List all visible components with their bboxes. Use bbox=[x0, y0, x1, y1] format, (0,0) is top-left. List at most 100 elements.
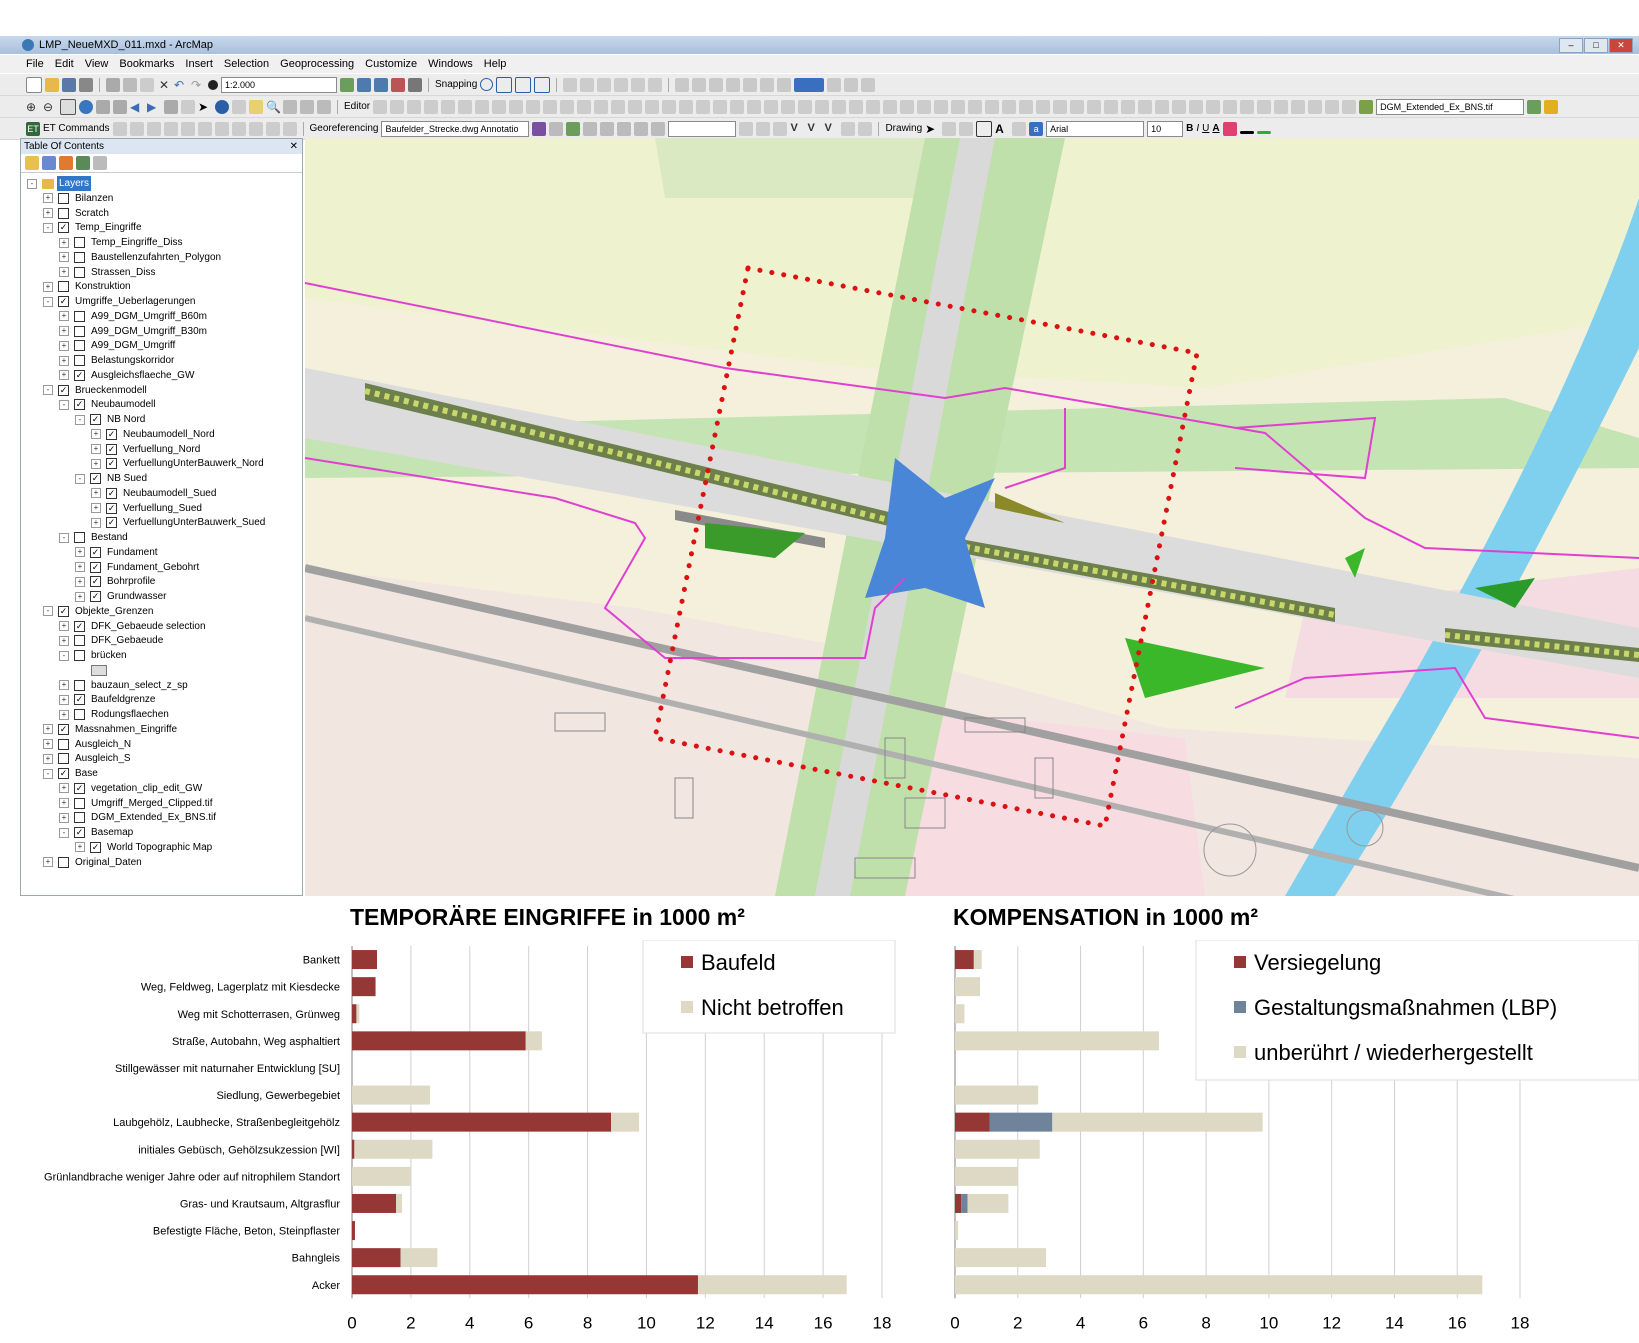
toc-layer-row[interactable]: - ✓ NB Sued bbox=[75, 471, 147, 486]
tool-icon[interactable] bbox=[1206, 99, 1221, 114]
toc-layer-row[interactable]: - brücken bbox=[59, 648, 127, 663]
goto-xy-icon[interactable] bbox=[300, 99, 314, 114]
rotate-input[interactable] bbox=[668, 120, 737, 137]
expand-icon[interactable]: + bbox=[75, 591, 85, 602]
layer-visibility-checkbox[interactable] bbox=[74, 709, 85, 720]
tool-icon[interactable] bbox=[597, 77, 612, 92]
tool-icon[interactable] bbox=[197, 121, 212, 136]
toc-layer-row[interactable]: + Strassen_Diss bbox=[59, 265, 155, 280]
toc-layer-row[interactable]: + ✓ Fundament_Gebohrt bbox=[75, 560, 199, 575]
expand-icon[interactable]: + bbox=[43, 739, 53, 749]
toc-layer-row[interactable]: + Umgriff_Merged_Clipped.tif bbox=[59, 796, 213, 811]
toc-layer-row[interactable]: + ✓ Baufeldgrenze bbox=[59, 692, 156, 707]
scale-combo[interactable]: 1:2.000 bbox=[221, 76, 337, 93]
menu-bookmarks[interactable]: Bookmarks bbox=[119, 58, 174, 70]
tool-icon[interactable] bbox=[841, 121, 856, 136]
georef-layer-combo[interactable]: Baufelder_Strecke.dwg Annotatio bbox=[381, 120, 530, 137]
toc-layer-row[interactable]: + Bilanzen bbox=[43, 191, 113, 206]
toc-layer-row[interactable]: + ✓ Verfuellung_Nord bbox=[91, 442, 200, 457]
tool-icon[interactable] bbox=[1104, 99, 1119, 114]
layer-visibility-checkbox[interactable] bbox=[74, 650, 85, 661]
tool-icon[interactable] bbox=[832, 99, 847, 114]
toc-layer-row[interactable]: + ✓ Neubaumodell_Nord bbox=[91, 427, 215, 442]
layer-visibility-checkbox[interactable] bbox=[58, 207, 69, 219]
tool-icon[interactable] bbox=[614, 77, 629, 92]
tool-icon[interactable] bbox=[231, 121, 246, 136]
collapse-icon[interactable]: - bbox=[75, 414, 85, 425]
toc-layer-row[interactable]: + DFK_Gebaeude bbox=[59, 633, 163, 648]
tool-icon[interactable] bbox=[883, 99, 898, 114]
collapse-icon[interactable]: - bbox=[59, 532, 69, 543]
layer-visibility-checkbox[interactable]: ✓ bbox=[90, 473, 101, 484]
tool-icon[interactable] bbox=[815, 99, 830, 114]
tool-icon[interactable] bbox=[282, 121, 297, 136]
tool-icon[interactable] bbox=[858, 121, 873, 136]
menu-selection[interactable]: Selection bbox=[224, 58, 269, 70]
layer-visibility-checkbox[interactable]: ✓ bbox=[74, 399, 85, 411]
expand-icon[interactable]: + bbox=[59, 326, 69, 336]
tool-icon[interactable] bbox=[713, 99, 728, 114]
tool-icon[interactable] bbox=[917, 99, 932, 114]
sketch-properties-icon[interactable] bbox=[577, 99, 592, 114]
toc-layer-row[interactable]: - ✓ Neubaumodell bbox=[59, 397, 156, 412]
expand-icon[interactable]: + bbox=[59, 709, 69, 720]
expand-icon[interactable]: + bbox=[59, 694, 69, 705]
toc-layer-row[interactable]: + A99_DGM_Umgriff_B60m bbox=[59, 309, 207, 324]
expand-icon[interactable]: + bbox=[43, 857, 53, 867]
undo-icon[interactable]: ↶ bbox=[174, 78, 188, 92]
edge-snapping-icon[interactable] bbox=[534, 76, 551, 93]
tool-icon[interactable] bbox=[1012, 121, 1027, 136]
toc-layer-row[interactable]: + ✓ vegetation_clip_edit_GW bbox=[59, 781, 202, 796]
tool-icon[interactable] bbox=[580, 77, 595, 92]
layer-visibility-checkbox[interactable] bbox=[74, 797, 85, 809]
tool-icon[interactable] bbox=[900, 99, 915, 114]
expand-icon[interactable]: + bbox=[59, 237, 69, 248]
layer-visibility-checkbox[interactable] bbox=[58, 192, 69, 204]
et-commands-menu[interactable]: ET Commands bbox=[43, 123, 110, 134]
expand-icon[interactable]: + bbox=[75, 576, 85, 587]
layer-visibility-checkbox[interactable]: ✓ bbox=[74, 620, 85, 632]
expand-icon[interactable]: + bbox=[91, 503, 101, 513]
expand-icon[interactable]: + bbox=[91, 517, 101, 528]
layer-visibility-checkbox[interactable]: ✓ bbox=[58, 222, 69, 234]
list-by-visibility-icon[interactable] bbox=[59, 156, 73, 170]
fixed-zoom-in-icon[interactable] bbox=[96, 99, 110, 114]
tool-icon[interactable] bbox=[985, 99, 1000, 114]
straight-segment-icon[interactable] bbox=[407, 99, 422, 114]
layer-visibility-checkbox[interactable]: ✓ bbox=[58, 723, 69, 735]
tool-icon[interactable] bbox=[675, 77, 690, 92]
expand-icon[interactable]: + bbox=[75, 842, 85, 853]
options-icon[interactable] bbox=[93, 156, 107, 170]
tool-icon[interactable] bbox=[1240, 99, 1255, 114]
menu-file[interactable]: File bbox=[26, 58, 44, 70]
attributes-icon[interactable] bbox=[560, 99, 575, 114]
cut-icon[interactable] bbox=[106, 77, 120, 92]
drawing-menu[interactable]: Drawing bbox=[885, 123, 922, 134]
toc-layer-row[interactable]: + ✓ VerfuellungUnterBauwerk_Nord bbox=[91, 456, 264, 471]
layer-visibility-checkbox[interactable]: ✓ bbox=[90, 414, 101, 425]
collapse-icon[interactable]: - bbox=[43, 768, 53, 779]
tool-icon[interactable] bbox=[730, 99, 745, 114]
tool-icon[interactable] bbox=[563, 77, 578, 92]
expand-icon[interactable]: + bbox=[59, 798, 69, 808]
tool-icon[interactable] bbox=[696, 99, 711, 114]
font-color-button[interactable]: A bbox=[1212, 123, 1219, 134]
select-features-icon[interactable] bbox=[164, 99, 178, 114]
layer-visibility-checkbox[interactable]: ✓ bbox=[90, 576, 101, 588]
layer-visibility-checkbox[interactable] bbox=[58, 738, 69, 750]
editor-menu[interactable]: Editor bbox=[344, 101, 370, 112]
tool-icon[interactable] bbox=[583, 121, 598, 136]
expand-icon[interactable]: + bbox=[59, 621, 69, 631]
tool-icon[interactable]: V bbox=[807, 122, 821, 136]
search-window-icon[interactable] bbox=[391, 77, 405, 92]
maximize-button[interactable]: □ bbox=[1584, 38, 1608, 53]
tool-icon[interactable] bbox=[1138, 99, 1153, 114]
html-popup-icon[interactable] bbox=[249, 99, 263, 114]
toc-layer-row[interactable]: + Temp_Eingriffe_Diss bbox=[59, 235, 183, 250]
marker-color-icon[interactable] bbox=[1256, 131, 1271, 134]
tool-icon[interactable] bbox=[777, 77, 792, 92]
map-view[interactable] bbox=[305, 138, 1639, 896]
expand-icon[interactable]: + bbox=[75, 547, 85, 558]
expand-icon[interactable]: + bbox=[43, 281, 53, 292]
expand-icon[interactable]: + bbox=[43, 753, 53, 764]
